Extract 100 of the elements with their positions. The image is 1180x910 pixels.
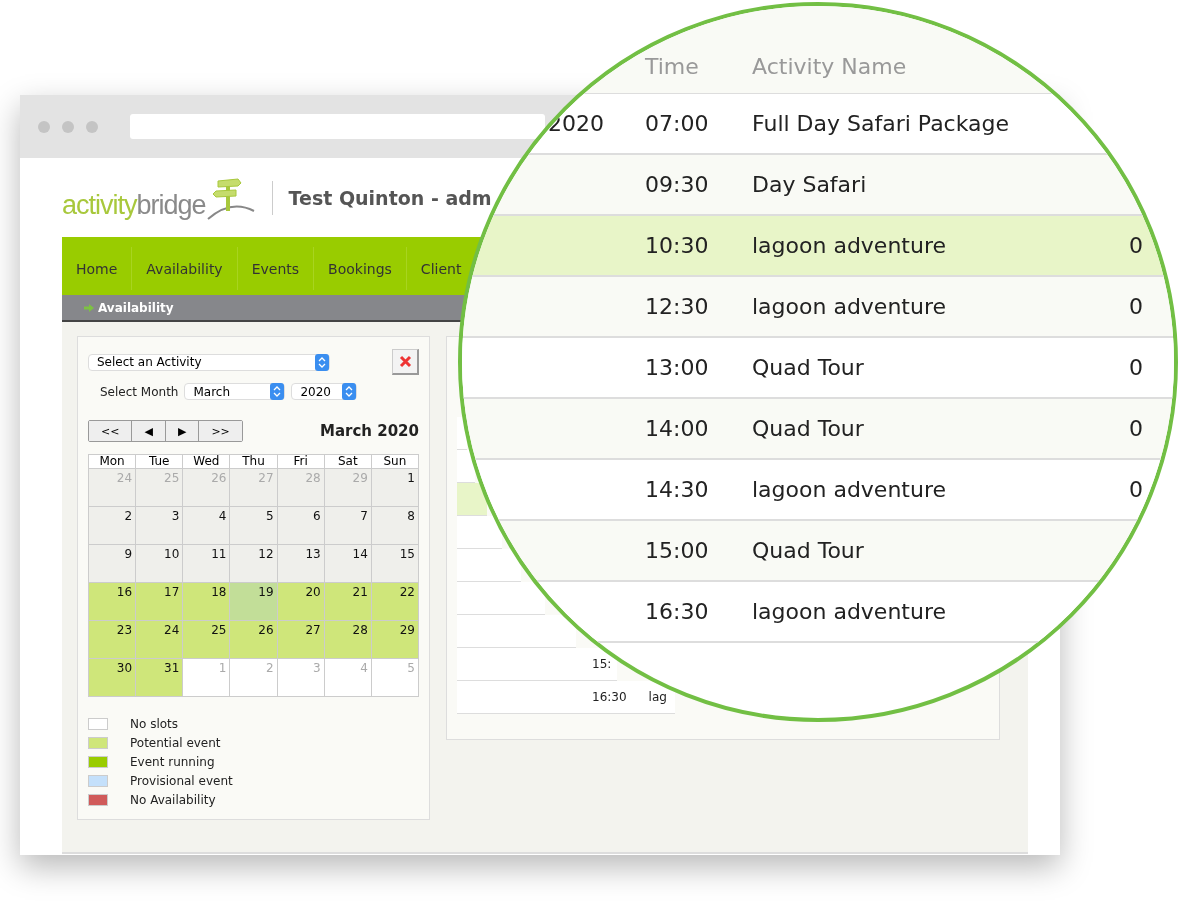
- month-label: Select Month: [100, 384, 179, 399]
- calendar-day[interactable]: 19: [230, 583, 277, 620]
- nav-item[interactable]: Bookings: [314, 247, 407, 290]
- stepper-icon: [342, 383, 357, 400]
- table-row[interactable]: 15:00 Quad Tour: [499, 521, 1137, 582]
- calendar-day[interactable]: 13: [277, 545, 324, 582]
- activity-select[interactable]: Select an Activity: [88, 353, 330, 371]
- nav-item[interactable]: Home: [62, 247, 133, 290]
- calendar-day[interactable]: 27: [277, 621, 324, 658]
- activity-name: Day Safari: [752, 172, 867, 197]
- window-dot[interactable]: [62, 120, 74, 133]
- calendar-day[interactable]: 3: [136, 507, 183, 544]
- table-row[interactable]: 12:30 lagoon adventure 0: [462, 277, 1174, 338]
- calendar-day[interactable]: 2: [89, 507, 136, 544]
- table-row[interactable]: 15:: [457, 648, 617, 681]
- logo: activitybridge: [62, 174, 256, 221]
- activity-name: lagoon adventure: [752, 294, 946, 319]
- calendar-day[interactable]: 21: [324, 583, 371, 620]
- calendar-day[interactable]: 16: [89, 583, 136, 620]
- table-row[interactable]: [457, 549, 522, 582]
- count-text: 0: [1129, 294, 1143, 319]
- calendar-day[interactable]: 8: [371, 507, 418, 544]
- calendar-nav-button[interactable]: >>: [199, 421, 242, 441]
- weekday-header: Thu: [230, 455, 277, 468]
- time-text: 15:: [592, 657, 612, 671]
- weekday-header: Sat: [324, 455, 371, 468]
- table-row[interactable]: 09:30 Day Safari: [493, 155, 1143, 216]
- calendar-day[interactable]: 28: [324, 621, 371, 658]
- activity-name: Quad Tour: [752, 416, 864, 441]
- activity-name: Quad Tour: [752, 355, 864, 380]
- nav-item[interactable]: Events: [237, 247, 315, 290]
- calendar-day[interactable]: 11: [183, 545, 230, 582]
- nav-item[interactable]: Availability: [132, 247, 238, 290]
- calendar-day[interactable]: 6: [277, 507, 324, 544]
- month-select[interactable]: March: [184, 383, 286, 400]
- activity-name: lagoon adventure: [752, 477, 946, 502]
- arrow-icon: [84, 303, 94, 312]
- stepper-icon: [270, 383, 285, 400]
- calendar-day[interactable]: 30: [89, 659, 136, 696]
- breadcrumb-link[interactable]: Availability: [98, 300, 174, 315]
- weekday-header: Mon: [89, 455, 136, 468]
- table-row[interactable]: 14:00 Quad Tour 0: [463, 399, 1173, 460]
- calendar-day[interactable]: 23: [89, 621, 136, 658]
- weekday-header: Wed: [183, 455, 230, 468]
- legend-label: Potential event: [130, 736, 221, 750]
- close-button[interactable]: [392, 349, 419, 375]
- calendar-day[interactable]: 12: [230, 545, 277, 582]
- calendar-day[interactable]: 29: [371, 621, 418, 658]
- calendar-nav-button[interactable]: ◀: [132, 421, 166, 441]
- table-row[interactable]: [457, 516, 502, 549]
- calendar-day[interactable]: 26: [230, 621, 277, 658]
- table-row[interactable]: [457, 615, 577, 648]
- stepper-icon: [315, 353, 329, 371]
- calendar-day[interactable]: 18: [183, 583, 230, 620]
- column-header: Time: [645, 54, 700, 79]
- time-text: 16:30: [645, 599, 710, 624]
- window-dot[interactable]: [38, 120, 50, 133]
- table-row[interactable]: 14:30 lagoon adventure 0: [475, 460, 1161, 521]
- calendar-day[interactable]: 14: [324, 545, 371, 582]
- legend-label: No Availability: [130, 793, 216, 807]
- legend-label: Event running: [130, 755, 215, 769]
- calendar-nav-button[interactable]: ▶: [165, 421, 200, 441]
- calendar-day[interactable]: 7: [324, 507, 371, 544]
- year-select[interactable]: 2020: [291, 383, 358, 400]
- activity-name: Quad Tour: [752, 538, 864, 563]
- time-text: 07:00: [645, 111, 710, 136]
- calendar-day[interactable]: 25: [183, 621, 230, 658]
- account-title: Test Quinton - adm: [288, 186, 492, 209]
- calendar-day[interactable]: 9: [89, 545, 136, 582]
- time-text: 13:00: [645, 355, 710, 380]
- calendar-day[interactable]: 5: [230, 507, 277, 544]
- table-row[interactable]: [457, 582, 546, 615]
- close-icon: [398, 355, 412, 368]
- time-text: 09:30: [645, 172, 710, 197]
- count-text: 0: [1129, 355, 1143, 380]
- table-row[interactable]: 10:30 lagoon adventure 0: [472, 216, 1164, 277]
- calendar-day[interactable]: 15: [371, 545, 418, 582]
- calendar-nav-button[interactable]: <<: [89, 421, 133, 441]
- calendar-day[interactable]: 22: [371, 583, 418, 620]
- weekday-header: Tue: [136, 455, 183, 468]
- calendar-day[interactable]: 20: [277, 583, 324, 620]
- table-row[interactable]: 16:30 lag: [457, 681, 675, 714]
- calendar-day[interactable]: 4: [183, 507, 230, 544]
- time-text: 14:30: [645, 477, 710, 502]
- calendar-day[interactable]: 10: [136, 545, 183, 582]
- calendar-day[interactable]: 17: [136, 583, 183, 620]
- window-dot[interactable]: [86, 120, 98, 133]
- table-row[interactable]: 13:00 Quad Tour 0: [462, 338, 1174, 399]
- calendar-day[interactable]: 24: [136, 621, 183, 658]
- nav-item[interactable]: Client: [406, 247, 462, 290]
- table-row[interactable]: [457, 450, 476, 483]
- time-text: 15:00: [645, 538, 710, 563]
- address-bar[interactable]: [130, 114, 545, 139]
- calendar-title: March 2020: [320, 422, 419, 440]
- table-row[interactable]: [457, 483, 487, 516]
- weekday-header: Fri: [277, 455, 324, 468]
- calendar-day[interactable]: 31: [136, 659, 183, 696]
- calendar-day[interactable]: 1: [371, 469, 418, 506]
- table-row[interactable]: 16:30 lagoon adventure: [538, 582, 1098, 643]
- activity-name: lag: [648, 690, 667, 704]
